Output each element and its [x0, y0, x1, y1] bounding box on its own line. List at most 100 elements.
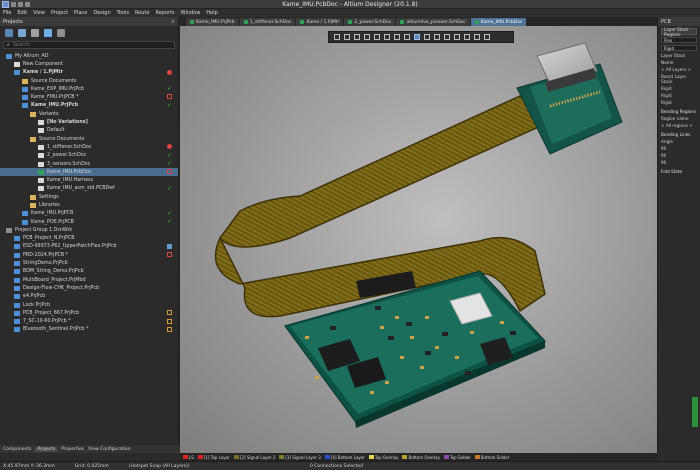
properties-dropdown[interactable]: Flex [661, 37, 697, 43]
add-icon[interactable] [344, 34, 350, 40]
tree-item[interactable]: e4.PrjPcb [0, 293, 178, 301]
tree-item[interactable]: Kame_IMU.PcbDoc [0, 168, 178, 177]
menu-item-project[interactable]: Project [51, 10, 68, 16]
tree-item[interactable]: Kame_EXP_IMU.PrjPcb ✓ [0, 85, 178, 93]
align-icon[interactable] [364, 34, 370, 40]
panel-tab-properties[interactable]: Properties [61, 447, 84, 452]
fold-state-slider[interactable] [692, 397, 698, 427]
route-icon[interactable] [384, 34, 390, 40]
layer-tab[interactable]: Bottom Overlay [402, 455, 440, 460]
tree-item[interactable]: Design-Flow-CHK_Project.PrjPcb [0, 284, 178, 292]
tree-item[interactable]: Project Group 1.DsnWrk [0, 226, 178, 234]
open-icon[interactable] [18, 1, 23, 7]
measure-icon[interactable] [404, 34, 410, 40]
tree-item[interactable]: Kame_IMU.Harness [0, 176, 178, 184]
tree-item[interactable]: Settings [0, 193, 178, 201]
search-input[interactable] [12, 42, 163, 48]
select-icon[interactable] [354, 34, 360, 40]
compile-icon[interactable] [31, 29, 39, 37]
tree-item[interactable]: Variants [0, 110, 178, 118]
tree-item[interactable]: ESD-99973-P62_UpperPatchFlex.PrjPcb [0, 243, 178, 251]
filter-icon[interactable] [334, 34, 340, 40]
layer-tab[interactable]: [3] Signal Layer 3 [279, 455, 321, 460]
refresh-icon[interactable] [44, 29, 52, 37]
tree-item[interactable]: Libraries [0, 201, 178, 209]
pad-icon[interactable] [454, 34, 460, 40]
save-icon[interactable] [11, 1, 16, 7]
tree-item[interactable]: Bluetooth_Sentinel.PrjPcb * [0, 326, 178, 334]
tree-item[interactable]: My Altium_AD [0, 52, 178, 60]
panel-tab-view-configuration[interactable]: View Configuration [88, 447, 131, 452]
text-icon[interactable] [424, 34, 430, 40]
tree-item[interactable]: 1_stiffener.SchDoc [0, 143, 178, 151]
tree-item[interactable]: PCB_Project_667.PrjPcb [0, 309, 178, 317]
document-tab[interactable]: 2_power.SchDoc [344, 18, 396, 26]
tree-item[interactable]: PCB_Project_N.PrjPCB [0, 235, 178, 243]
search-box[interactable]: ⌕ [3, 41, 175, 49]
tree-item[interactable]: Source Documents [0, 135, 178, 143]
panel-tab-projects[interactable]: Projects [35, 446, 58, 452]
document-tab[interactable]: Kame / 1.PjMtr [296, 18, 344, 26]
tree-item[interactable]: Source Documents [0, 77, 178, 85]
layer-tab[interactable]: LS [183, 455, 194, 460]
tree-item[interactable]: Kame_IMU.PrjPCB ✓ [0, 210, 178, 218]
document-tab[interactable]: Kame_IMU.PrjPcb [186, 18, 239, 26]
layer-tab[interactable]: Top Solder [443, 455, 471, 460]
dimension-icon[interactable] [394, 34, 400, 40]
tree-item[interactable]: 3_sensors.SchDoc ✓ [0, 160, 178, 168]
status-indicator-icon [167, 243, 172, 249]
polygon-icon[interactable] [464, 34, 470, 40]
layer-tab[interactable]: Bottom Solder [474, 455, 509, 460]
properties-button[interactable]: Layer Stack Regions [661, 27, 697, 37]
pcb-3d-viewport[interactable] [180, 26, 657, 454]
panel-tab-components[interactable]: Components [3, 447, 31, 452]
menu-item-tools[interactable]: Tools [117, 10, 129, 16]
tree-item[interactable]: Kame_IMU.PrjPcb ✓ [0, 102, 178, 110]
undo-icon[interactable] [25, 1, 30, 7]
tree-item[interactable]: Default [0, 127, 178, 135]
folder-icon [30, 111, 36, 117]
menu-item-file[interactable]: File [3, 10, 11, 16]
menu-item-help[interactable]: Help [206, 10, 217, 16]
layer-tab[interactable]: [1] Top Layer [197, 455, 230, 460]
tree-item[interactable]: StringDemo.PrjPcb [0, 259, 178, 267]
menu-item-view[interactable]: View [33, 10, 45, 16]
properties-label: Rigid [661, 86, 672, 91]
layer-tab[interactable]: Top Overlay [368, 455, 398, 460]
tree-item[interactable]: 7_SC-10-60.PrjPcb * [0, 318, 178, 326]
more-icon[interactable] [484, 34, 490, 40]
tree-item[interactable]: Kame / 1.PjMtr [0, 69, 178, 77]
place-icon[interactable] [374, 34, 380, 40]
tree-item-label: Lock.PrjPcb [23, 302, 51, 308]
tree-item[interactable]: [No Variations] [0, 118, 178, 126]
document-tab[interactable]: altiumlive_pioneer.SchDoc [396, 18, 470, 26]
close-icon[interactable]: × [171, 19, 175, 25]
tree-item[interactable]: Kame_POE.PrjPCB ✓ [0, 218, 178, 226]
menu-item-place[interactable]: Place [74, 10, 87, 16]
properties-dropdown[interactable]: Rigid [661, 45, 697, 51]
tree-item[interactable]: MultiBoard_Project.PrjMbd [0, 276, 178, 284]
menu-item-design[interactable]: Design [93, 10, 110, 16]
board-shape-icon[interactable] [474, 34, 480, 40]
layer-tab[interactable]: [4] Bottom Layer [324, 455, 365, 460]
line-icon[interactable] [434, 34, 440, 40]
menu-item-window[interactable]: Window [181, 10, 201, 16]
tree-item[interactable]: PRD-2024.PrjPCB * [0, 251, 178, 259]
tree-item[interactable]: BOM_String_Demo.PrjPcb [0, 268, 178, 276]
menu-item-edit[interactable]: Edit [17, 10, 27, 16]
tree-item[interactable]: Kame_FMU.PrjPCB * [0, 93, 178, 101]
tree-item[interactable]: New Component [0, 60, 178, 68]
menu-item-reports[interactable]: Reports [155, 10, 174, 16]
document-tab[interactable]: 1_stiffener.SchDoc [239, 18, 296, 26]
view-3d-icon[interactable] [414, 34, 420, 40]
project-options-icon[interactable] [5, 29, 13, 37]
tree-item[interactable]: Lock.PrjPcb [0, 301, 178, 309]
tree-item[interactable]: 2_power.SchDoc ✓ [0, 152, 178, 160]
tree-item[interactable]: Kame_IMU_asm_std.PCBDwf ✓ [0, 185, 178, 193]
layer-tab[interactable]: [2] Signal Layer 2 [233, 455, 275, 460]
gear-icon[interactable] [57, 29, 65, 37]
save-icon[interactable] [18, 29, 26, 37]
via-icon[interactable] [444, 34, 450, 40]
document-tab[interactable]: Kame_IMU.PcbDoc [470, 18, 527, 26]
menu-item-route[interactable]: Route [135, 10, 150, 16]
